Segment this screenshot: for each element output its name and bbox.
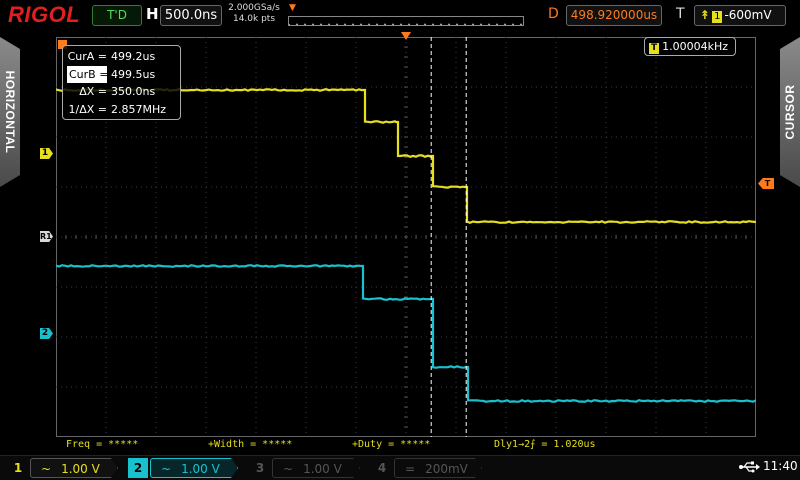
cursor-a-row: CurA = 499.2us (67, 48, 176, 66)
ch2-waveform (56, 265, 756, 402)
horizontal-tab-label: HORIZONTAL (3, 71, 17, 154)
ch1-scale-box: ~1.00 V (30, 458, 118, 478)
trigger-frequency-value: 1.00004kHz (662, 40, 728, 53)
ch1-scale: 1.00 V (61, 462, 100, 476)
ch4-scale-box: = 200mV (394, 458, 482, 478)
ac-coupling-icon: ~ (41, 462, 51, 476)
cursor-readout: CurA = 499.2us CurB = 499.5us ΔX = 350.0ns … (62, 45, 181, 120)
ch4-number: 4 (372, 458, 392, 478)
cursor-b-row: CurB = 499.5us (67, 66, 176, 84)
inverse-delta-x-row: 1/ΔX = 2.857MHz (67, 101, 176, 119)
delay-label: D (548, 6, 559, 22)
measurement-bar: Freq = ***** +Width = ***** +Duty = ****… (56, 437, 756, 453)
brand-logo: RIGOL (8, 2, 80, 28)
trigger-frequency-counter: T 1.00004kHz (644, 37, 736, 56)
memory-waveform-overview[interactable] (288, 16, 524, 26)
timebase-value[interactable]: 500.0ns (160, 5, 222, 26)
duty-measurement[interactable]: +Duty = ***** (352, 437, 430, 453)
trigger-level-marker[interactable]: T (758, 178, 774, 189)
channel-bar: 1 ~1.00 V 2 ~1.00 V 3 ~1.00 V 4 = 200mV (0, 455, 800, 480)
ch1-number: 1 (8, 458, 28, 478)
cursor-menu-tab[interactable]: CURSOR (780, 37, 800, 187)
memory-overview-trace (289, 22, 524, 26)
cursor-tab-label: CURSOR (783, 84, 797, 139)
rising-edge-icon: ↟ (700, 8, 710, 22)
horizontal-menu-tab[interactable]: HORIZONTAL (0, 37, 20, 187)
trigger-badge: T (649, 43, 659, 54)
trigger-level: -600mV (724, 8, 771, 22)
trigger-settings[interactable]: ↟ 1 -600mV (694, 5, 786, 26)
trigger-label: T (676, 6, 685, 22)
ch3-number: 3 (250, 458, 270, 478)
system-clock: 11:40 (763, 459, 798, 473)
status-bar: RIGOL T'D H 500.0ns 2.000GSa/s 14.0k pts… (0, 0, 800, 32)
sample-rate: 2.000GSa/s (228, 3, 280, 14)
ch4-scale: 200mV (425, 462, 468, 476)
delay-measurement[interactable]: Dly1→2⨍ = 1.020us (494, 437, 596, 453)
delta-x-row: ΔX = 350.0ns (67, 83, 176, 101)
trigger-status-badge[interactable]: T'D (92, 5, 142, 26)
memory-position-icon: ▼ (289, 3, 296, 13)
ch3-scale: 1.00 V (303, 462, 342, 476)
horizontal-label: H (146, 5, 159, 23)
ch3-scale-box: ~1.00 V (272, 458, 360, 478)
ch2-number: 2 (128, 458, 148, 478)
sample-rate-readout: 2.000GSa/s 14.0k pts (228, 3, 280, 25)
ch2-offset-marker[interactable]: 2 (40, 328, 53, 339)
horizontal-delay-value[interactable]: 498.920000us (566, 5, 662, 26)
ch1-offset-marker[interactable]: 1 (40, 148, 53, 159)
usb-icon (738, 460, 760, 474)
memory-depth: 14.0k pts (228, 14, 280, 25)
ch2-scale-box: ~1.00 V (150, 458, 238, 478)
ac-coupling-icon: ~ (161, 462, 171, 476)
dc-coupling-icon: = (405, 462, 415, 476)
ch2-scale: 1.00 V (181, 462, 220, 476)
width-measurement[interactable]: +Width = ***** (208, 437, 292, 453)
ac-coupling-icon: ~ (283, 462, 293, 476)
freq-measurement[interactable]: Freq = ***** (66, 437, 138, 453)
ref1-offset-marker[interactable]: R1 (40, 231, 53, 242)
trigger-source-badge: 1 (712, 11, 722, 23)
